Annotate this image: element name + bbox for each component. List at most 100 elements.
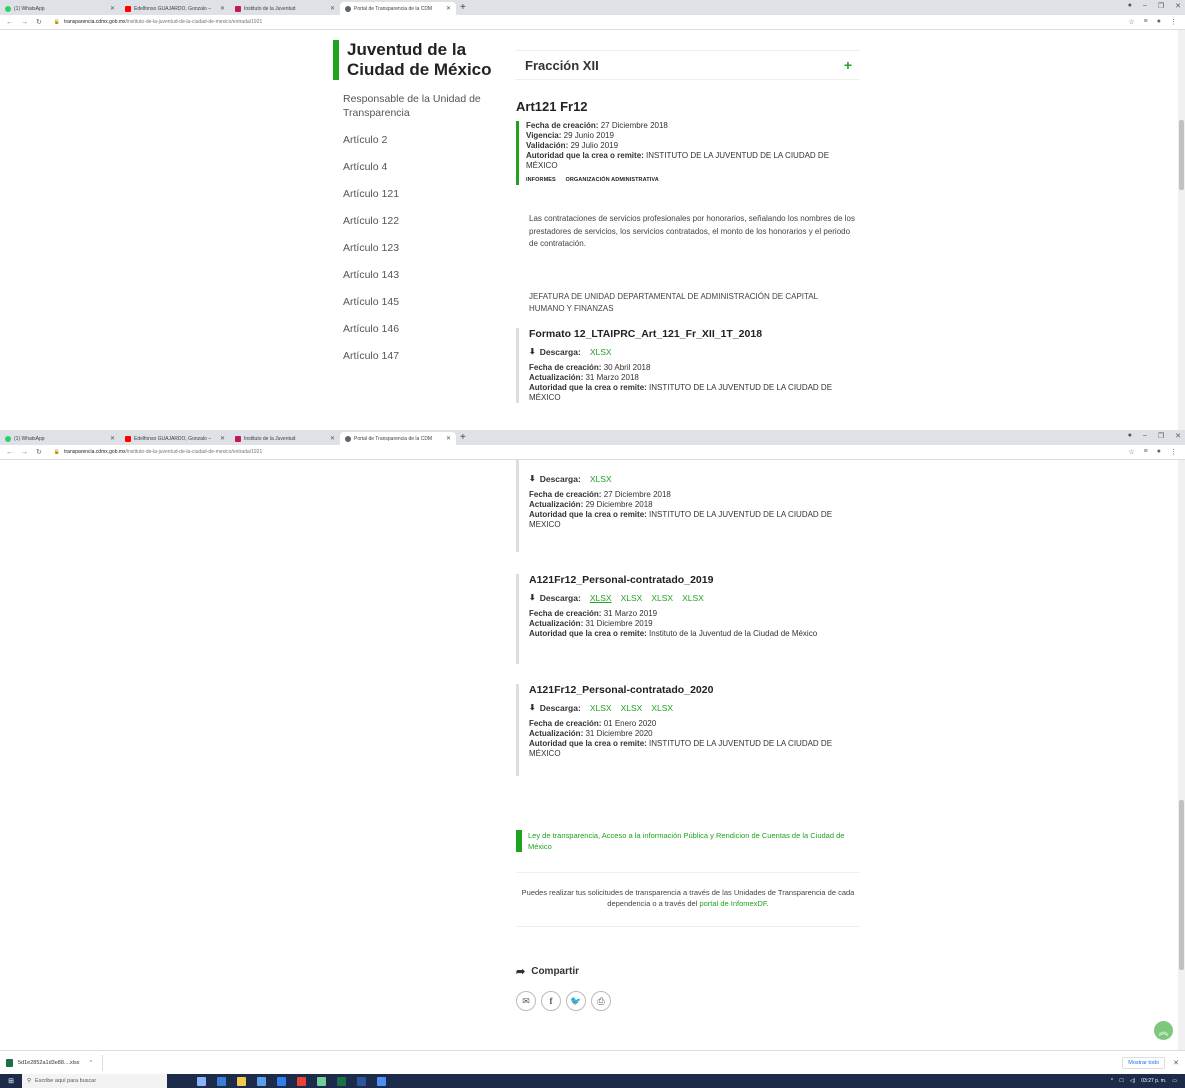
expand-plus-icon[interactable]: + (844, 57, 852, 73)
forward-icon[interactable]: → (21, 449, 28, 456)
app-icon[interactable] (377, 1076, 386, 1086)
edge-icon[interactable] (217, 1076, 226, 1086)
restore-icon[interactable]: ❐ (1158, 432, 1164, 440)
address-bar[interactable]: transparencia.cdmx.gob.mx/instituto-de-l… (64, 449, 262, 455)
tab-whatsapp[interactable]: (1) WhatsApp ✕ (0, 432, 120, 445)
word-icon[interactable] (357, 1076, 366, 1086)
reload-icon[interactable]: ↻ (36, 448, 42, 456)
close-icon[interactable]: ✕ (326, 435, 335, 442)
address-bar[interactable]: transparencia.cdmx.gob.mx/instituto-de-l… (64, 19, 262, 25)
scrollbar-thumb[interactable] (1179, 120, 1184, 190)
divider (516, 872, 860, 873)
sidebar-item-articulo-123[interactable]: Artículo 123 (343, 241, 503, 255)
email-share-icon[interactable]: ✉ (516, 991, 536, 1011)
reading-list-icon[interactable]: ≡ (1144, 18, 1148, 26)
chrome-icon[interactable] (297, 1076, 306, 1086)
downloaded-file-name[interactable]: 5d1e2852a1d3e88....xlsx (18, 1060, 79, 1066)
sidebar-item-articulo-143[interactable]: Artículo 143 (343, 268, 503, 282)
tab-youtube[interactable]: Edelfonso GUAJARDO, Gonzalo – ✕ (120, 2, 230, 15)
tab-portal-transparencia[interactable]: Portal de Transparencia de la CDM ✕ (340, 432, 456, 445)
close-window-icon[interactable]: ✕ (1175, 432, 1181, 440)
close-icon[interactable]: ✕ (1173, 1059, 1179, 1067)
close-icon[interactable]: ✕ (106, 5, 115, 12)
show-all-button[interactable]: Mostrar todo (1122, 1056, 1166, 1069)
twitter-share-icon[interactable]: 🐦 (566, 991, 586, 1011)
star-icon[interactable]: ☆ (1128, 18, 1134, 26)
app-icon[interactable] (317, 1076, 326, 1086)
menu-icon[interactable]: ⋮ (1170, 18, 1177, 26)
download-xlsx-link[interactable]: XLSX (651, 703, 673, 713)
close-icon[interactable]: ✕ (216, 5, 225, 12)
new-tab-button[interactable]: + (460, 2, 466, 13)
tab-youtube[interactable]: Edelfonso GUAJARDO, Gonzalo – ✕ (120, 432, 230, 445)
sidebar-item-articulo-4[interactable]: Artículo 4 (343, 160, 503, 174)
store-icon[interactable] (257, 1076, 266, 1086)
forward-icon[interactable]: → (21, 19, 28, 26)
menu-icon[interactable]: ⋮ (1170, 448, 1177, 456)
back-to-top-button[interactable]: ︽ (1154, 1021, 1173, 1040)
close-icon[interactable]: ✕ (216, 435, 225, 442)
scrollbar[interactable] (1178, 460, 1185, 1050)
taskbar-search-input[interactable]: ⚲ Escribe aquí para buscar (22, 1074, 167, 1088)
mail-icon[interactable] (277, 1076, 286, 1086)
infomex-link[interactable]: portal de InfomexDF (699, 899, 766, 908)
network-icon[interactable]: ☐ (1119, 1078, 1123, 1084)
new-tab-button[interactable]: + (460, 432, 466, 443)
tray-chevron-icon[interactable]: ^ (1111, 1078, 1113, 1084)
reload-icon[interactable]: ↻ (36, 18, 42, 26)
sidebar-item-responsable[interactable]: Responsable de la Unidad de Transparenci… (343, 92, 503, 120)
close-icon[interactable]: ✕ (106, 435, 115, 442)
tab-instituto[interactable]: Instituto de la Juventud ✕ (230, 432, 340, 445)
scrollbar[interactable] (1178, 30, 1185, 430)
download-xlsx-link[interactable]: XLSX (621, 593, 643, 603)
excel-icon[interactable] (337, 1076, 346, 1086)
lock-icon[interactable]: 🔒 (54, 449, 60, 455)
scrollbar-thumb[interactable] (1179, 800, 1184, 970)
print-icon[interactable]: ⎙ (591, 991, 611, 1011)
clock[interactable]: 03:27 p. m. (1141, 1078, 1166, 1084)
close-icon[interactable]: ✕ (442, 435, 451, 442)
download-xlsx-link[interactable]: XLSX (590, 474, 612, 484)
task-view-icon[interactable] (197, 1076, 206, 1086)
sidebar-item-articulo-147[interactable]: Artículo 147 (343, 349, 503, 363)
fraccion-accordion[interactable]: Fracción XII + (515, 50, 860, 80)
close-icon[interactable]: ✕ (442, 5, 451, 12)
tab-whatsapp[interactable]: (1) WhatsApp ✕ (0, 2, 120, 15)
sidebar-item-articulo-2[interactable]: Artículo 2 (343, 133, 503, 147)
download-xlsx-link[interactable]: XLSX (682, 593, 704, 603)
download-xlsx-link[interactable]: XLSX (590, 593, 612, 603)
restore-icon[interactable]: ❐ (1158, 2, 1164, 10)
download-xlsx-link[interactable]: XLSX (621, 703, 643, 713)
facebook-share-icon[interactable]: f (541, 991, 561, 1011)
star-icon[interactable]: ☆ (1128, 448, 1134, 456)
volume-icon[interactable]: ◁) (1130, 1078, 1136, 1084)
back-icon[interactable]: ← (6, 19, 13, 26)
sidebar-item-articulo-146[interactable]: Artículo 146 (343, 322, 503, 336)
minimize-icon[interactable]: – (1143, 2, 1147, 10)
profile-icon[interactable]: ● (1128, 432, 1132, 440)
profile-icon[interactable]: ● (1128, 2, 1132, 10)
close-icon[interactable]: ✕ (326, 5, 335, 12)
tab-portal-transparencia[interactable]: Portal de Transparencia de la CDM ✕ (340, 2, 456, 15)
notifications-icon[interactable]: ▭ (1172, 1078, 1177, 1084)
lock-icon[interactable]: 🔒 (54, 19, 60, 25)
windows-start-icon[interactable]: ⊞ (0, 1074, 22, 1088)
chevron-up-icon[interactable]: ^ (89, 1060, 92, 1066)
download-xlsx-link[interactable]: XLSX (590, 347, 612, 357)
account-icon[interactable]: ● (1157, 448, 1161, 456)
close-window-icon[interactable]: ✕ (1175, 2, 1181, 10)
sidebar-item-articulo-145[interactable]: Artículo 145 (343, 295, 503, 309)
sidebar-item-articulo-122[interactable]: Artículo 122 (343, 214, 503, 228)
file-explorer-icon[interactable] (237, 1076, 246, 1086)
account-icon[interactable]: ● (1157, 18, 1161, 26)
tag-organizacion[interactable]: ORGANIZACIÓN ADMINISTRATIVA (565, 177, 658, 183)
download-xlsx-link[interactable]: XLSX (651, 593, 673, 603)
minimize-icon[interactable]: – (1143, 432, 1147, 440)
sidebar-item-articulo-121[interactable]: Artículo 121 (343, 187, 503, 201)
tab-instituto[interactable]: Instituto de la Juventud ✕ (230, 2, 340, 15)
law-link[interactable]: Ley de transparencia, Acceso a la inform… (516, 830, 860, 852)
download-xlsx-link[interactable]: XLSX (590, 703, 612, 713)
back-icon[interactable]: ← (6, 449, 13, 456)
tag-informes[interactable]: INFORMES (526, 177, 556, 183)
reading-list-icon[interactable]: ≡ (1144, 448, 1148, 456)
